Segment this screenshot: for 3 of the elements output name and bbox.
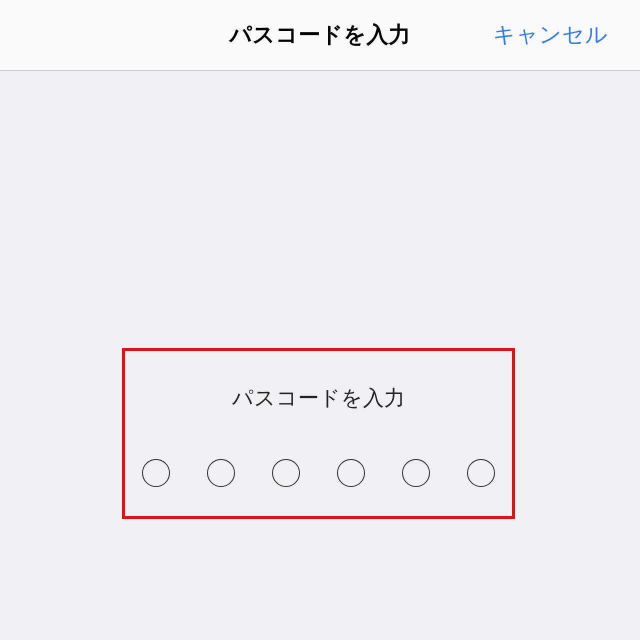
cancel-button[interactable]: キャンセル: [493, 18, 608, 52]
passcode-prompt: パスコードを入力: [232, 385, 405, 412]
nav-title: パスコードを入力: [230, 22, 410, 50]
